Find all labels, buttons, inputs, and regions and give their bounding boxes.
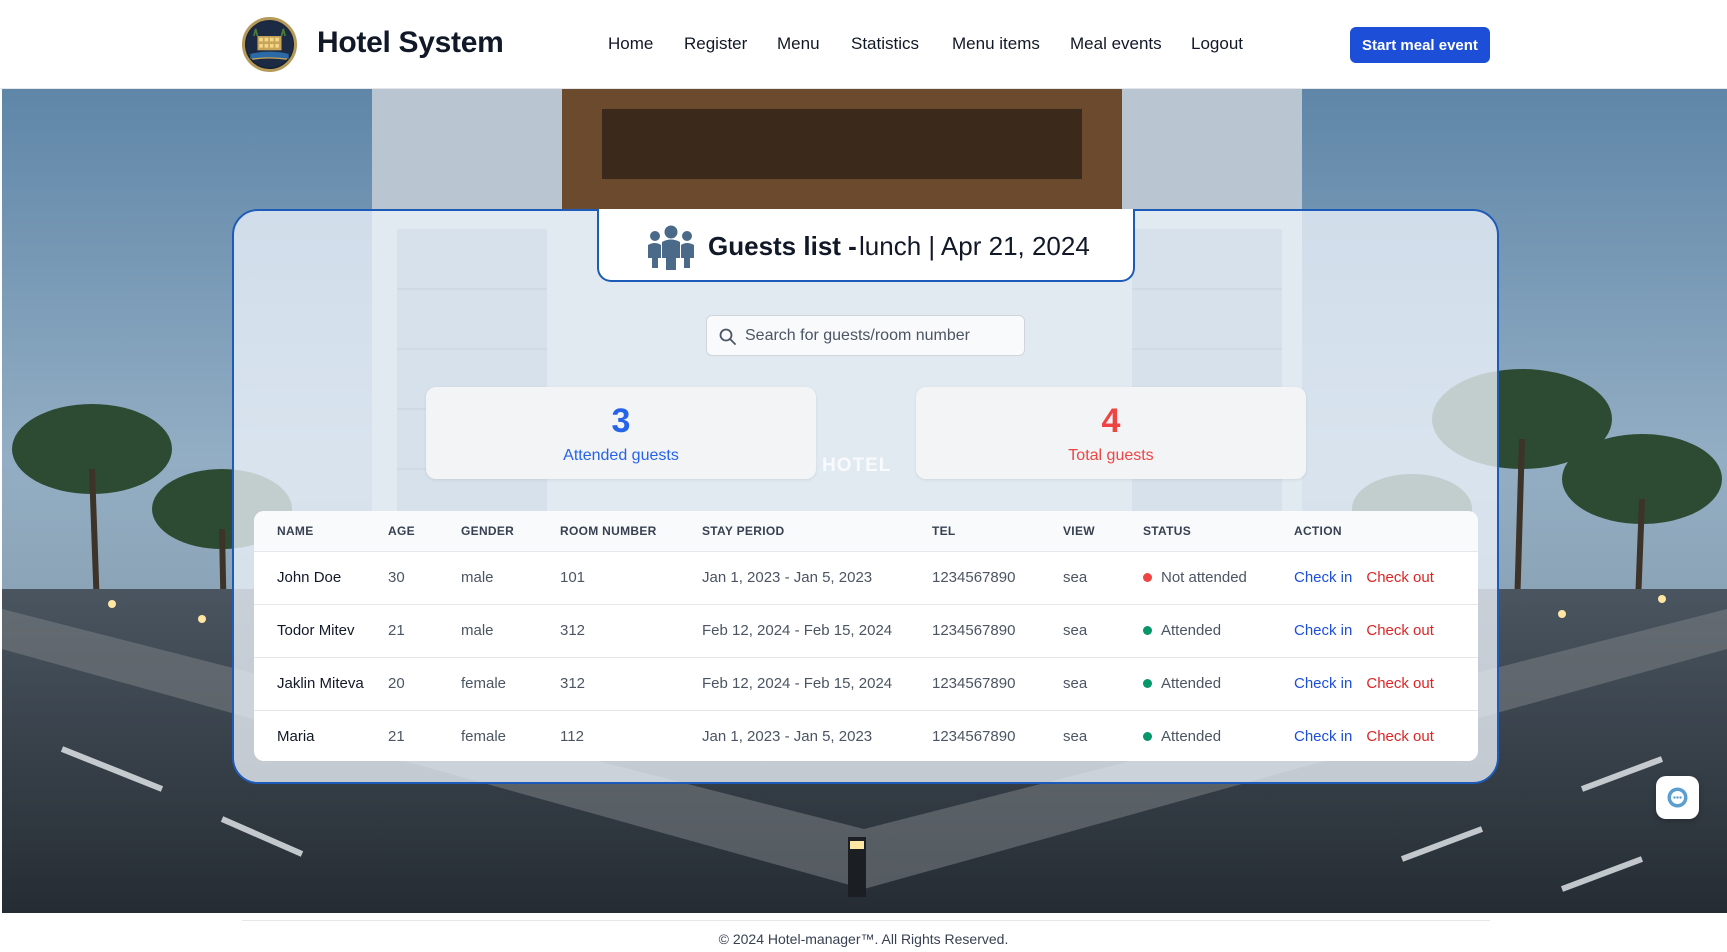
nav-home[interactable]: Home <box>608 34 653 54</box>
guest-status: Attended <box>1143 709 1294 761</box>
guest-name: Maria <box>254 709 388 761</box>
guest-room: 112 <box>560 709 702 761</box>
column-header-room-number: Room number <box>560 511 702 551</box>
guest-actions: Check in Check out <box>1294 656 1478 710</box>
top-navbar: Hotel System Home Register Menu Statisti… <box>0 0 1727 89</box>
nav-statistics[interactable]: Statistics <box>851 34 919 54</box>
check-out-button[interactable]: Check out <box>1366 622 1434 639</box>
table-header-row: Name Age Gender Room number Stay period … <box>254 511 1478 551</box>
status-dot-icon <box>1143 626 1152 635</box>
status-text: Attended <box>1161 622 1222 639</box>
status-dot-icon <box>1143 732 1152 742</box>
check-out-button[interactable]: Check out <box>1366 569 1434 586</box>
guest-room: 312 <box>560 603 702 657</box>
start-meal-event-button[interactable]: Start meal event <box>1350 27 1490 63</box>
column-header-status: Status <box>1143 511 1294 551</box>
guests-title-box: Guests list - lunch | Apr 21, 2024 <box>597 209 1135 282</box>
footer-divider <box>242 920 1490 921</box>
guest-name: John Doe <box>254 550 388 604</box>
table-row: John Doe 30 male 101 Jan 1, 2023 - Jan 5… <box>254 550 1478 604</box>
guest-name: Jaklin Miteva <box>254 656 388 710</box>
guest-actions: Check in Check out <box>1294 550 1478 604</box>
column-header-age: Age <box>388 511 461 551</box>
check-in-button[interactable]: Check in <box>1294 675 1352 692</box>
status-text: Attended <box>1161 728 1222 746</box>
guest-gender: male <box>461 603 560 657</box>
guest-actions: Check in Check out <box>1294 709 1478 761</box>
total-guests-count: 4 <box>1101 402 1121 440</box>
guests-title: Guests list - <box>708 231 857 261</box>
footer-copyright: © 2024 Hotel-manager™. All Rights Reserv… <box>718 931 1009 947</box>
status-text: Attended <box>1161 675 1222 692</box>
table-row: Maria 21 female 112 Jan 1, 2023 - Jan 5,… <box>254 709 1478 761</box>
column-header-gender: Gender <box>461 511 560 551</box>
footer: © 2024 Hotel-manager™. All Rights Reserv… <box>0 913 1727 952</box>
guest-gender: female <box>461 656 560 710</box>
table-row: Jaklin Miteva 20 female 312 Feb 12, 2024… <box>254 656 1478 710</box>
check-in-button[interactable]: Check in <box>1294 569 1352 586</box>
guest-status: Not attended <box>1143 550 1294 604</box>
column-header-view: View <box>1063 511 1143 551</box>
guests-table: Name Age Gender Room number Stay period … <box>254 511 1478 761</box>
guest-room: 101 <box>560 550 702 604</box>
chat-widget-button[interactable] <box>1656 776 1699 819</box>
chat-icon <box>1667 787 1688 808</box>
guest-status: Attended <box>1143 656 1294 710</box>
guest-tel: 1234567890 <box>932 550 1063 604</box>
status-text: Not attended <box>1161 569 1247 586</box>
guest-stay-period: Feb 12, 2024 - Feb 15, 2024 <box>702 603 932 657</box>
hotel-sign-text: HOTEL <box>822 455 892 476</box>
guest-gender: male <box>461 550 560 604</box>
guest-tel: 1234567890 <box>932 709 1063 761</box>
total-guests-label: Total guests <box>1068 447 1154 464</box>
column-header-action: Action <box>1294 511 1478 551</box>
attended-guests-count: 3 <box>611 402 631 440</box>
status-dot-icon <box>1143 679 1152 688</box>
guest-age: 30 <box>388 550 461 604</box>
guest-search-box <box>706 315 1025 356</box>
guest-stay-period: Jan 1, 2023 - Jan 5, 2023 <box>702 550 932 604</box>
nav-menu[interactable]: Menu <box>777 34 820 54</box>
column-header-stay-period: Stay period <box>702 511 932 551</box>
column-header-name: Name <box>254 511 388 551</box>
check-in-button[interactable]: Check in <box>1294 728 1352 745</box>
guest-age: 20 <box>388 656 461 710</box>
guest-view: sea <box>1063 550 1143 604</box>
status-dot-icon <box>1143 573 1152 582</box>
check-out-button[interactable]: Check out <box>1366 675 1434 692</box>
guest-actions: Check in Check out <box>1294 603 1478 657</box>
check-in-button[interactable]: Check in <box>1294 622 1352 639</box>
guest-stay-period: Feb 12, 2024 - Feb 15, 2024 <box>702 656 932 710</box>
nav-meal-events[interactable]: Meal events <box>1070 34 1162 54</box>
attended-guests-label: Attended guests <box>563 447 679 464</box>
guest-search-input[interactable] <box>745 316 1015 355</box>
check-out-button[interactable]: Check out <box>1366 728 1434 745</box>
guest-name: Todor Mitev <box>254 603 388 657</box>
guest-age: 21 <box>388 709 461 761</box>
guest-age: 21 <box>388 603 461 657</box>
meal-event-subtitle: lunch | Apr 21, 2024 <box>859 231 1090 261</box>
people-icon <box>648 225 694 270</box>
total-guests-stat: 4 Total guests <box>916 387 1306 479</box>
guest-tel: 1234567890 <box>932 603 1063 657</box>
search-icon <box>719 328 736 345</box>
guest-stay-period: Jan 1, 2023 - Jan 5, 2023 <box>702 709 932 761</box>
guest-room: 312 <box>560 656 702 710</box>
guest-view: sea <box>1063 603 1143 657</box>
attended-guests-stat: 3 Attended guests <box>426 387 816 479</box>
nav-logout[interactable]: Logout <box>1191 34 1243 54</box>
guest-view: sea <box>1063 656 1143 710</box>
guest-tel: 1234567890 <box>932 656 1063 710</box>
guest-view: sea <box>1063 709 1143 761</box>
nav-menu-items[interactable]: Menu items <box>952 34 1040 54</box>
column-header-tel: Tel <box>932 511 1063 551</box>
table-row: Todor Mitev 21 male 312 Feb 12, 2024 - F… <box>254 603 1478 657</box>
guest-status: Attended <box>1143 603 1294 657</box>
nav-register[interactable]: Register <box>684 34 747 54</box>
guest-gender: female <box>461 709 560 761</box>
